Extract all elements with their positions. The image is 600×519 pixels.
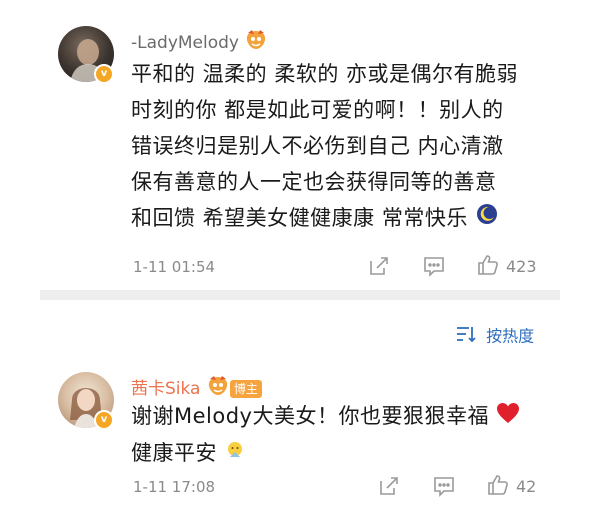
comment-line: 保有善意的人一定也会获得同等的善意 [131,170,497,194]
sort-by-hot-button[interactable]: 按热度 [455,325,534,348]
red-heart-icon [496,399,520,435]
section-divider [40,290,560,300]
comment-line: 健康平安 [131,435,571,472]
like-count: 42 [516,477,537,496]
share-icon[interactable] [378,475,400,497]
comment-line: 谢谢Melody大美女！你也要狠狠幸福 [131,398,571,435]
sort-label: 按热度 [486,326,535,346]
sort-icon [455,325,477,348]
comment-line: 平和的 温柔的 柔软的 亦或是偶尔有脆弱 [131,62,519,86]
comment-text: 平和的 温柔的 柔软的 亦或是偶尔有脆弱 时刻的你 都是如此可爱的啊！！别人的 … [131,56,571,237]
comment-line: 和回馈 希望美女健健康康 常常快乐 [131,200,571,237]
author-tag: 博主 [229,380,262,398]
comment-line: 错误终归是别人不必伤到自己 内心清澈 [131,134,504,158]
comment-text: 谢谢Melody大美女！你也要狠狠幸福 健康平安 [131,398,571,472]
username[interactable]: -LadyMelody [131,29,268,57]
comment-time: 1-11 01:54 [133,258,216,276]
like-count: 423 [506,257,537,276]
fan-badge-icon [244,29,268,57]
comment-icon[interactable] [422,255,446,277]
praying-emoji-icon [224,436,246,472]
comment-icon[interactable] [432,475,456,497]
verified-badge-icon: v [94,410,114,430]
like-icon[interactable] [486,473,510,497]
verified-badge-icon: v [94,64,114,84]
share-icon[interactable] [368,255,390,277]
like-icon[interactable] [476,253,500,277]
comment-time: 1-11 17:08 [133,478,216,496]
comment-line: 时刻的你 都是如此可爱的啊！！别人的 [131,98,504,122]
sleeping-moon-emoji-icon [475,201,499,237]
